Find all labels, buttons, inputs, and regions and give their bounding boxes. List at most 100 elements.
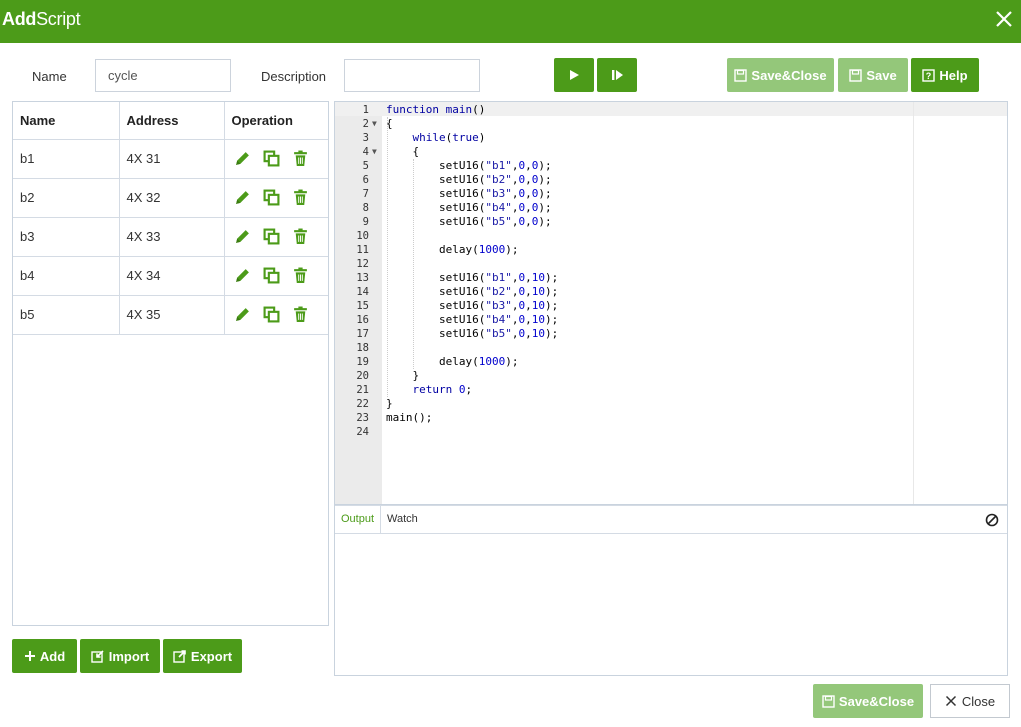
code-text: delay(1000);	[386, 243, 519, 256]
name-input[interactable]	[95, 59, 231, 92]
run-button[interactable]	[554, 58, 594, 92]
line-number: 1	[362, 104, 369, 116]
code-text: setU16("b3",0,10);	[386, 299, 559, 312]
variables-panel: Name Address Operation b1 4X 31 b2 4X 32 b3 4…	[12, 101, 329, 626]
import-label: Import	[108, 648, 150, 664]
line-number: 3	[362, 132, 369, 144]
close-icon[interactable]	[991, 6, 1017, 32]
import-button[interactable]: Import	[80, 639, 160, 673]
code-text: delay(1000);	[386, 355, 519, 368]
variables-table: Name Address Operation b1 4X 31 b2 4X 32 b3 4…	[13, 102, 328, 335]
step-play-icon	[611, 70, 623, 80]
help-button[interactable]: ? Help	[911, 58, 979, 92]
delete-icon[interactable]	[292, 150, 309, 167]
code-text: {	[386, 145, 420, 158]
delete-icon[interactable]	[292, 267, 309, 284]
table-row[interactable]: b1 4X 31	[13, 139, 328, 179]
plus-icon	[24, 651, 35, 661]
tab-watch[interactable]: Watch	[381, 506, 424, 534]
fold-arrow-icon[interactable]: ▼	[372, 117, 377, 131]
save-label: Save	[866, 67, 897, 83]
delete-icon[interactable]	[292, 189, 309, 206]
copy-icon[interactable]	[263, 267, 280, 284]
variable-address: 4X 34	[119, 256, 225, 296]
table-row[interactable]: b3 4X 33	[13, 217, 328, 257]
footer-save-close-label: Save&Close	[838, 693, 915, 709]
edit-icon[interactable]	[234, 306, 251, 323]
code-text: }	[386, 397, 393, 410]
variable-address: 4X 31	[119, 139, 225, 179]
save-close-button-top[interactable]: Save&Close	[727, 58, 834, 92]
save-button[interactable]: Save	[838, 58, 908, 92]
code-text: setU16("b2",0,0);	[386, 173, 552, 186]
variable-name: b1	[13, 139, 120, 179]
export-button[interactable]: Export	[163, 639, 242, 673]
table-row[interactable]: b4 4X 34	[13, 256, 328, 296]
line-number: 2	[362, 118, 369, 130]
line-number: 20	[356, 370, 369, 382]
fold-arrow-icon[interactable]: ▼	[372, 145, 377, 159]
copy-icon[interactable]	[263, 228, 280, 245]
play-icon	[570, 70, 579, 80]
edit-icon[interactable]	[234, 228, 251, 245]
add-variable-button[interactable]: Add	[12, 639, 77, 673]
line-number: 12	[356, 258, 369, 270]
edit-icon[interactable]	[234, 267, 251, 284]
dialog-title: AddScript	[2, 9, 81, 29]
code-text: }	[386, 369, 420, 382]
close-button[interactable]: Close	[930, 684, 1010, 718]
description-input[interactable]	[344, 59, 480, 92]
variable-address: 4X 32	[119, 178, 225, 218]
copy-icon[interactable]	[263, 150, 280, 167]
line-number: 6	[362, 174, 369, 186]
table-row[interactable]: b2 4X 32	[13, 178, 328, 218]
variable-operations	[224, 178, 328, 218]
code-text: setU16("b5",0,0);	[386, 215, 552, 228]
save-icon	[822, 694, 835, 708]
line-number: 23	[356, 412, 369, 424]
variable-operations	[224, 295, 328, 335]
line-number: 15	[356, 300, 369, 312]
table-row[interactable]: b5 4X 35	[13, 295, 328, 335]
help-label: Help	[939, 67, 968, 83]
code-text: setU16("b2",0,10);	[386, 285, 559, 298]
line-number: 8	[362, 202, 369, 214]
line-number: 16	[356, 314, 369, 326]
code-editor[interactable]: 1 function main() 2 ▼{3 while(true) 4 ▼ {5 se…	[334, 101, 1008, 505]
add-label: Add	[39, 648, 66, 664]
variable-address: 4X 35	[119, 295, 225, 335]
save-close-label: Save&Close	[751, 67, 827, 83]
variable-address: 4X 33	[119, 217, 225, 257]
edit-icon[interactable]	[234, 189, 251, 206]
copy-icon[interactable]	[263, 189, 280, 206]
code-text: setU16("b4",0,10);	[386, 313, 559, 326]
clear-icon[interactable]	[985, 513, 999, 527]
variable-name: b2	[13, 178, 120, 218]
line-number: 24	[356, 426, 369, 438]
save-icon	[734, 68, 748, 82]
copy-icon[interactable]	[263, 306, 280, 323]
save-close-button[interactable]: Save&Close	[813, 684, 923, 718]
export-label: Export	[190, 648, 233, 664]
code-text: main();	[386, 411, 433, 424]
tab-output[interactable]: Output	[335, 506, 382, 534]
output-tabs: Output Watch	[335, 505, 1007, 534]
line-number: 22	[356, 398, 369, 410]
line-number: 19	[356, 356, 369, 368]
delete-icon[interactable]	[292, 306, 309, 323]
description-label: Description	[261, 69, 327, 84]
svg-text:?: ?	[926, 71, 932, 81]
delete-icon[interactable]	[292, 228, 309, 245]
print-margin	[913, 102, 914, 504]
line-number: 11	[356, 244, 369, 256]
code-text: return 0;	[412, 383, 473, 396]
line-number: 9	[362, 216, 369, 228]
step-run-button[interactable]	[597, 58, 637, 92]
edit-icon[interactable]	[234, 150, 251, 167]
help-icon: ?	[922, 68, 936, 82]
line-number: 21	[356, 384, 369, 396]
save-icon	[849, 68, 863, 82]
close-icon	[945, 695, 956, 707]
column-header-operation: Operation	[224, 102, 328, 140]
name-label: Name	[32, 69, 67, 84]
